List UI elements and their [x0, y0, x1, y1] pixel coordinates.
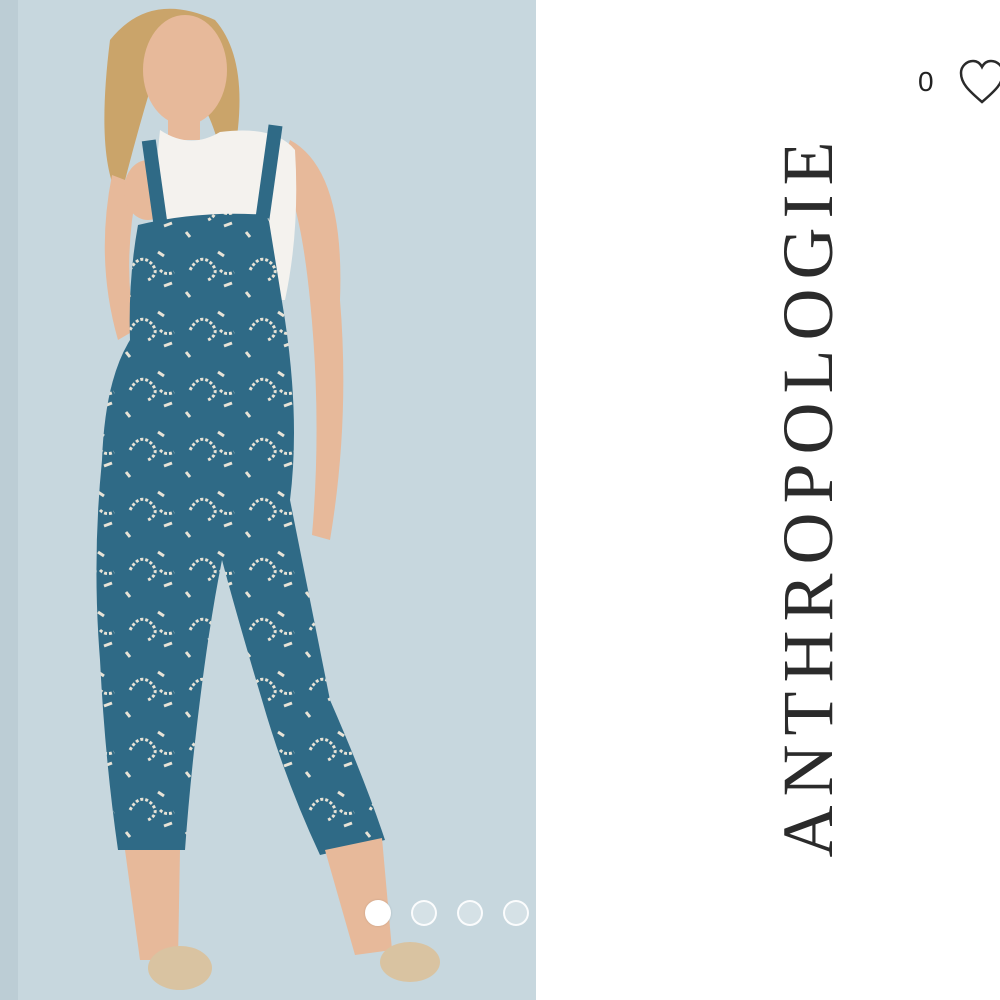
- carousel-dot[interactable]: [457, 900, 483, 926]
- carousel-dot[interactable]: [503, 900, 529, 926]
- model-illustration: [0, 0, 536, 1000]
- brand-wordmark: ANTHROPOLOGIE: [768, 132, 848, 858]
- like-count: 0: [918, 66, 934, 97]
- carousel-dots: [365, 900, 536, 926]
- heart-outline-icon[interactable]: [958, 58, 1000, 108]
- carousel-dot[interactable]: [365, 900, 391, 926]
- product-photo[interactable]: [0, 0, 536, 1000]
- carousel-dot[interactable]: [411, 900, 437, 926]
